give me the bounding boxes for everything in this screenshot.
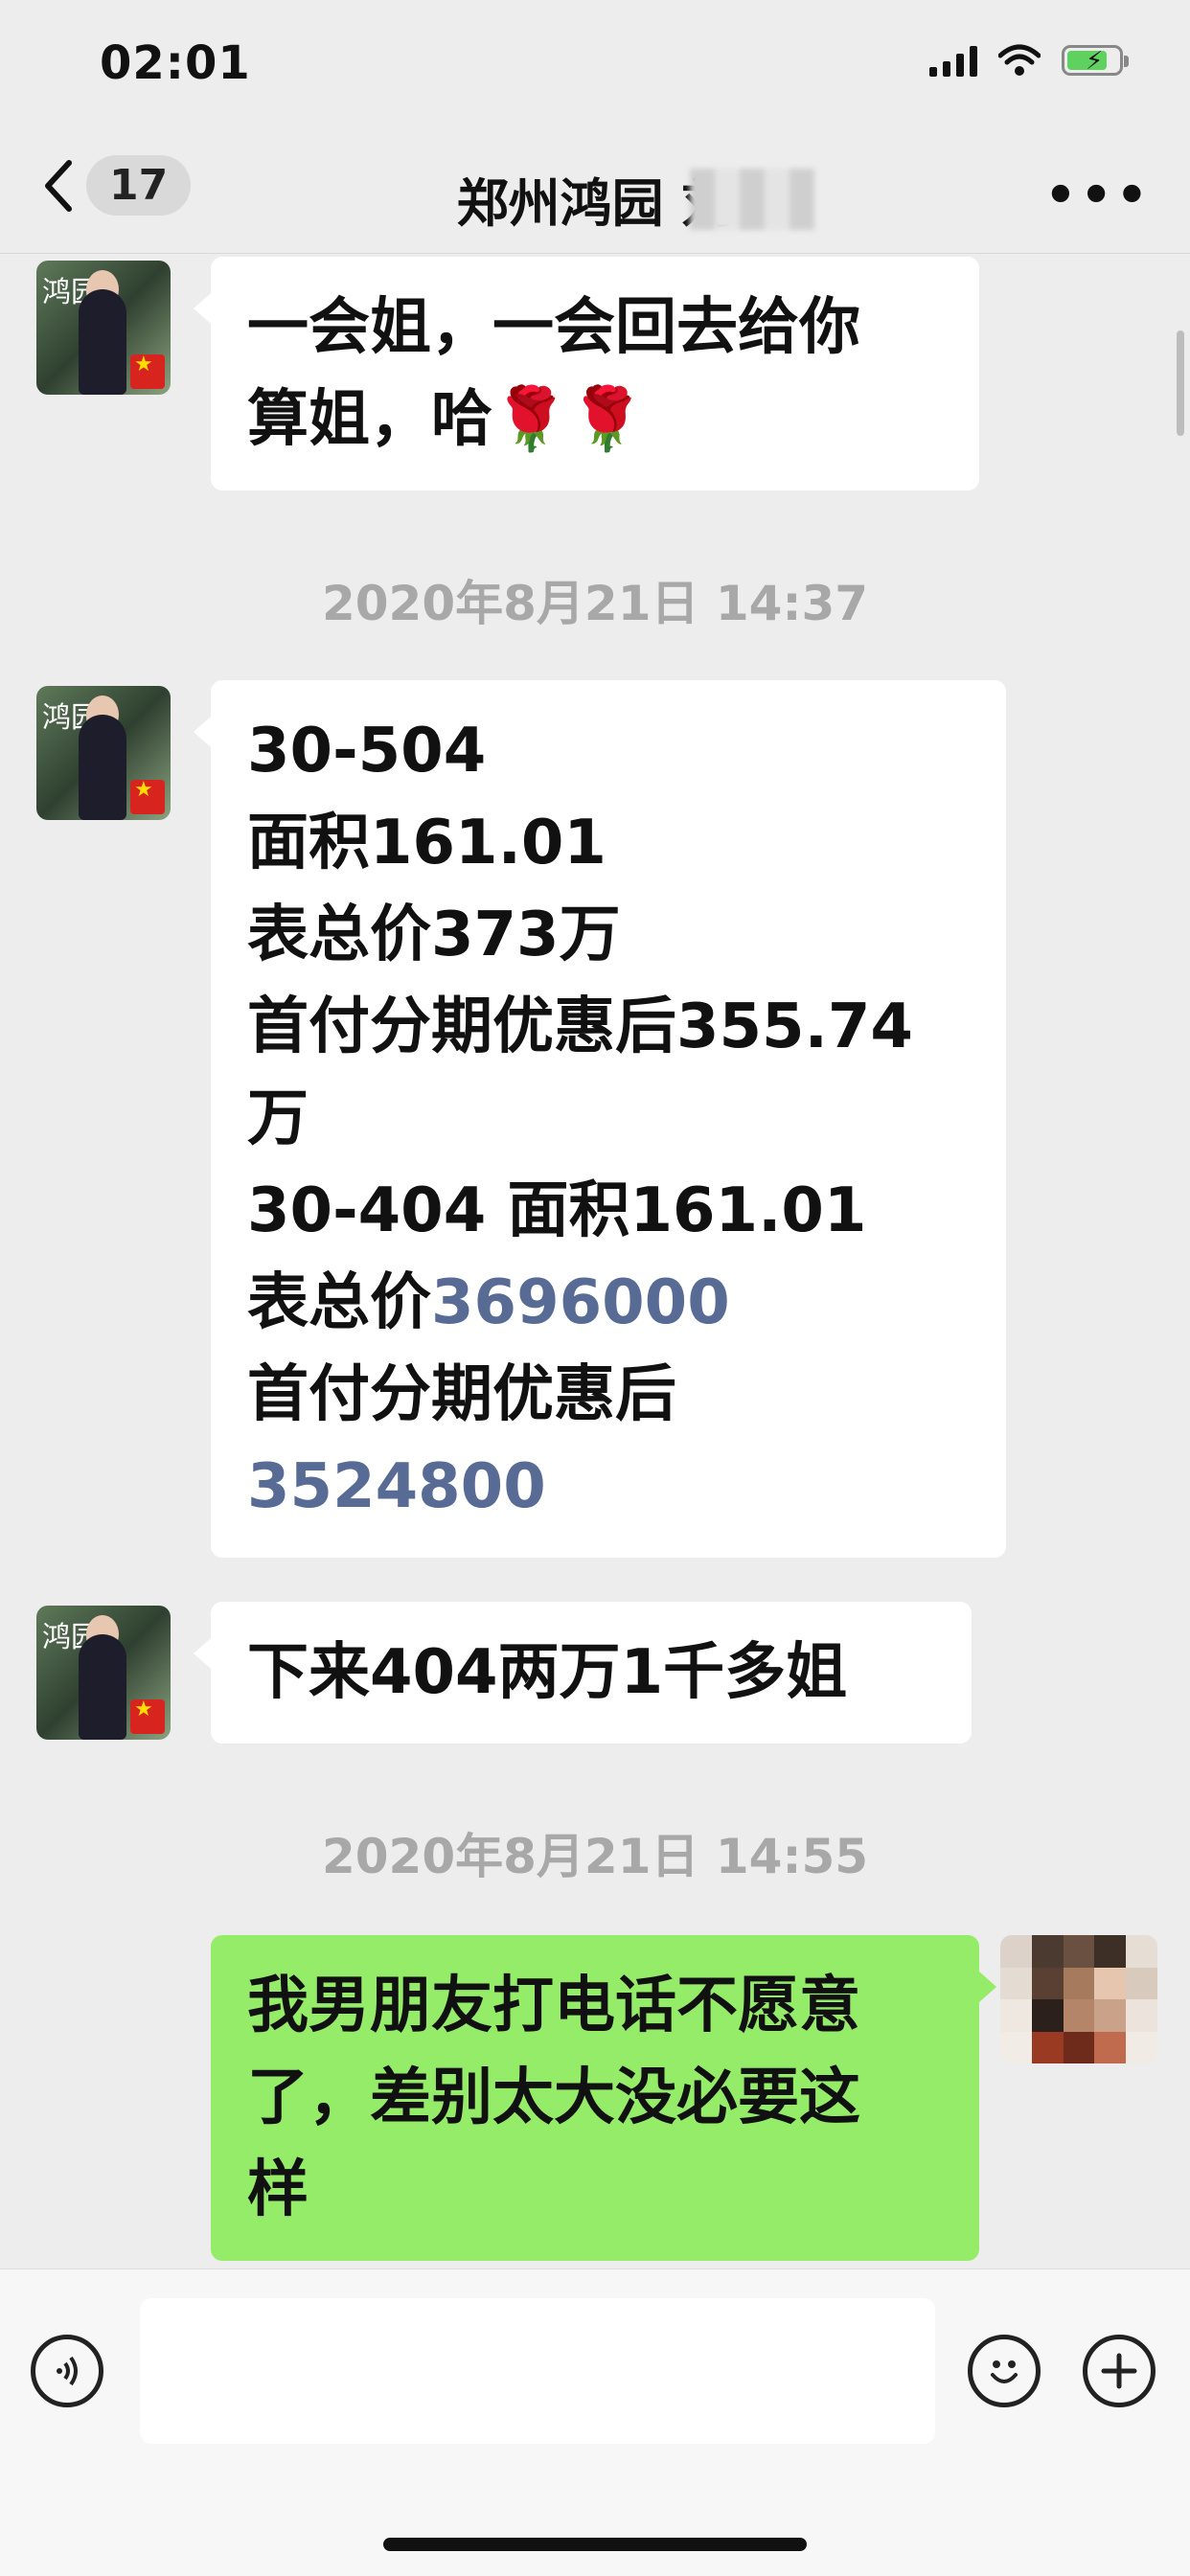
message-bubble[interactable]: 一会姐，一会回去给你 算姐，哈🌹🌹 [194, 257, 979, 490]
china-flag-icon [130, 353, 165, 389]
chat-input-bar [0, 2268, 1190, 2576]
china-flag-icon [130, 1698, 165, 1734]
status-bar: 02:01 ⚡ [0, 0, 1190, 134]
voice-icon[interactable] [31, 2335, 103, 2407]
contact-avatar[interactable]: 鸿园 [36, 261, 171, 395]
message-timestamp: 2020年8月21日 14:55 [321, 1829, 869, 1884]
contact-avatar[interactable]: 鸿园 [36, 1606, 171, 1740]
message-bubble[interactable]: 30-504 面积161.01 表总价373万 首付分期优惠后355.74 万 … [194, 680, 1006, 1558]
chat-header: 17 郑州鸿园 刘 ••• [0, 134, 1190, 254]
my-avatar[interactable] [1000, 1935, 1157, 2063]
emoji-icon[interactable] [968, 2335, 1041, 2407]
status-time: 02:01 [100, 36, 251, 90]
phone-number-link[interactable]: 3524800 [247, 1441, 970, 1533]
message-input[interactable] [140, 2298, 935, 2444]
battery-icon: ⚡ [1062, 45, 1129, 76]
message-bubble[interactable]: 下来404两万1千多姐 [194, 1602, 972, 1744]
home-indicator[interactable] [383, 2538, 807, 2551]
sent-message-bubble[interactable]: 我男朋友打电话不愿意 了，差别太大没必要这 样 [211, 1935, 996, 2261]
contact-avatar[interactable]: 鸿园 [36, 686, 171, 820]
more-options-icon[interactable]: ••• [1044, 167, 1152, 224]
china-flag-icon [130, 778, 165, 814]
wifi-icon [998, 44, 1041, 76]
signal-icon [929, 44, 977, 77]
redacted-name [690, 169, 814, 230]
message-timestamp: 2020年8月21日 14:37 [321, 576, 869, 631]
chat-title: 郑州鸿园 刘 [456, 173, 734, 234]
plus-icon[interactable] [1083, 2335, 1156, 2407]
phone-number-link[interactable]: 3696000 [431, 1267, 730, 1338]
scrollbar[interactable] [1177, 331, 1184, 436]
